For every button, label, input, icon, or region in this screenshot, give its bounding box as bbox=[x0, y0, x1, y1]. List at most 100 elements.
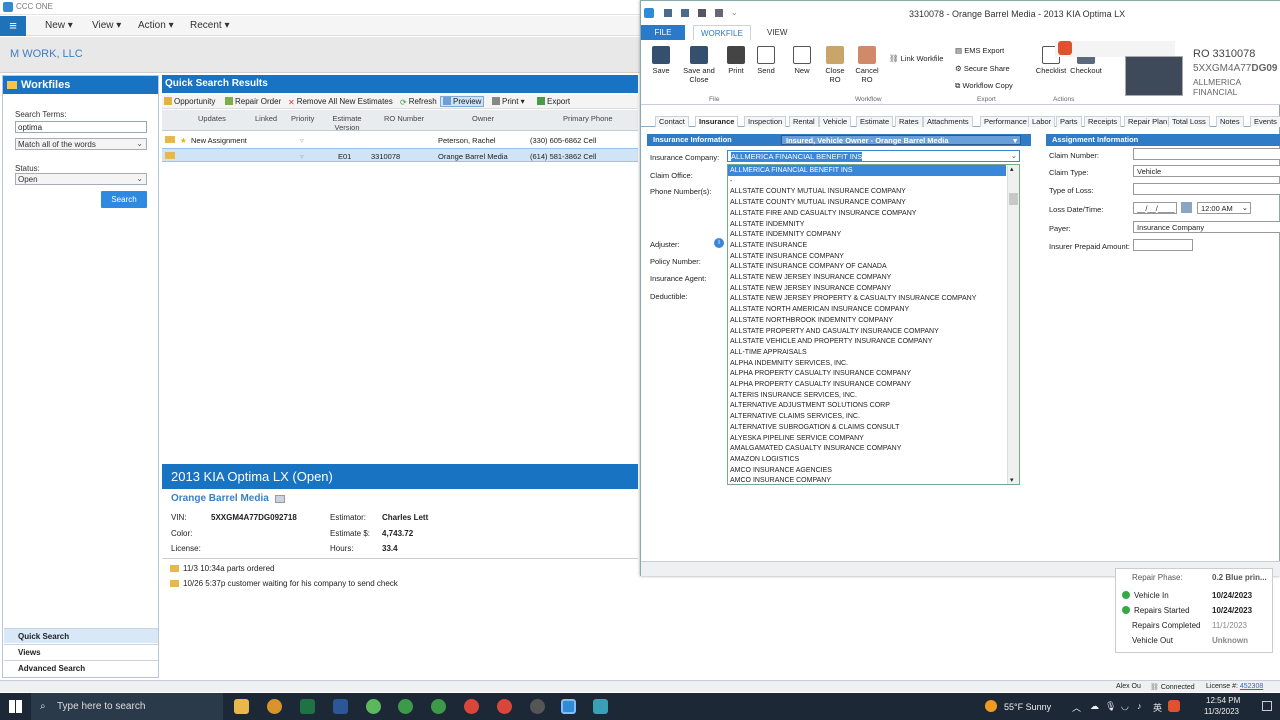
dropdown-option[interactable]: ALPHA PROPERTY CASUALTY INSURANCE COMPAN… bbox=[728, 379, 1006, 390]
menu-recent[interactable]: Recent ▾ bbox=[190, 20, 229, 31]
dropdown-option[interactable]: ALYESKA PIPELINE SERVICE COMPANY bbox=[728, 433, 1006, 444]
subtab-total-loss[interactable]: Total Loss bbox=[1168, 116, 1210, 127]
save-close-small-icon[interactable] bbox=[681, 9, 689, 17]
scroll-thumb[interactable] bbox=[1009, 193, 1018, 205]
opportunity-button[interactable]: Opportunity bbox=[164, 97, 215, 106]
subtab-parts[interactable]: Parts bbox=[1056, 116, 1082, 127]
menu-new[interactable]: New ▾ bbox=[45, 20, 73, 31]
dropdown-option[interactable]: ALLSTATE INDEMNITY COMPANY bbox=[728, 229, 1006, 240]
network-icon[interactable]: ☁ bbox=[1090, 701, 1099, 712]
print-button[interactable]: Print bbox=[725, 46, 747, 75]
weather-text[interactable]: 55°F Sunny bbox=[1004, 702, 1051, 712]
cancel-ro-button[interactable]: Cancel RO bbox=[853, 46, 881, 84]
search-terms-input[interactable]: optima bbox=[15, 121, 147, 133]
dropdown-option[interactable]: AMCO INSURANCE AGENCIES bbox=[728, 465, 1006, 476]
contact-card-icon[interactable] bbox=[275, 495, 285, 503]
preview-button[interactable]: Preview bbox=[440, 96, 485, 107]
subtab-receipts[interactable]: Receipts bbox=[1084, 116, 1122, 127]
col-estimate-version[interactable]: Estimate Version bbox=[330, 114, 364, 132]
ime-logo-icon[interactable] bbox=[1168, 700, 1180, 712]
col-updates[interactable]: Updates bbox=[198, 114, 226, 123]
subtab-events[interactable]: Events bbox=[1250, 116, 1280, 127]
clock-date[interactable]: 11/3/2023 bbox=[1204, 707, 1239, 716]
dropdown-option[interactable]: AMALGAMATED CASUALTY INSURANCE COMPANY bbox=[728, 443, 1006, 454]
chrome-icon[interactable] bbox=[497, 699, 512, 714]
clock-time[interactable]: 12:54 PM bbox=[1206, 696, 1240, 705]
microphone-icon[interactable]: 🎙 bbox=[1105, 701, 1116, 712]
insurance-company-dropdown-list[interactable]: AMCO INSURANCE COMPANY AMCO INSURANCE AGE… bbox=[727, 164, 1020, 485]
volume-icon[interactable]: ♪ bbox=[1137, 701, 1142, 711]
type-of-loss-input[interactable] bbox=[1133, 183, 1280, 195]
ime-icon[interactable]: 英 bbox=[1153, 701, 1162, 714]
dropdown-option[interactable]: ALLSTATE COUNTY MUTUAL INSURANCE COMPANY bbox=[728, 197, 1006, 208]
col-primary-phone[interactable]: Primary Phone bbox=[563, 114, 613, 123]
tab-file[interactable]: FILE bbox=[641, 25, 685, 40]
save-button[interactable]: Save bbox=[649, 46, 673, 75]
new-button[interactable]: New bbox=[791, 46, 813, 75]
license-link[interactable]: 452308 bbox=[1240, 683, 1263, 690]
subtab-contact[interactable]: Contact bbox=[655, 116, 689, 127]
col-ro-number[interactable]: RO Number bbox=[384, 114, 424, 123]
dropdown-option[interactable]: ALTERIS INSURANCE SERVICES, INC. bbox=[728, 390, 1006, 401]
app-icon[interactable] bbox=[593, 699, 608, 714]
insured-owner-dropdown[interactable]: Insured, Vehicle Owner - Orange Barrel M… bbox=[781, 135, 1021, 145]
dropdown-option[interactable]: AMAZON LOGISTICS bbox=[728, 454, 1006, 465]
subtab-attachments[interactable]: Attachments bbox=[923, 116, 973, 127]
note-item[interactable]: 11/3 10:34a parts ordered bbox=[170, 564, 274, 573]
dropdown-option[interactable]: ALTERNATIVE SUBROGATION & CLAIMS CONSULT bbox=[728, 422, 1006, 433]
link-workfile-button[interactable]: ⛓ Link Workfile bbox=[889, 54, 947, 63]
scroll-up-icon[interactable]: ▴ bbox=[1010, 165, 1014, 173]
status-select[interactable]: Open ⌄ bbox=[15, 173, 147, 185]
dropdown-option[interactable]: ALLSTATE VEHICLE AND PROPERTY INSURANCE … bbox=[728, 336, 1006, 347]
tab-workfile[interactable]: WORKFILE bbox=[693, 25, 751, 40]
dropdown-option[interactable]: ALTERNATIVE ADJUSTMENT SOLUTIONS CORP bbox=[728, 400, 1006, 411]
subtab-repair-plan[interactable]: Repair Plan bbox=[1124, 116, 1172, 127]
app-icon[interactable] bbox=[530, 699, 545, 714]
repair-order-button[interactable]: Repair Order bbox=[225, 97, 281, 106]
subtab-notes[interactable]: Notes bbox=[1216, 116, 1244, 127]
nav-quick-search[interactable]: Quick Search bbox=[4, 628, 158, 643]
subtab-rental[interactable]: Rental bbox=[789, 116, 819, 127]
ems-export-button[interactable]: ▤ EMS Export bbox=[955, 46, 1015, 55]
subtab-estimate[interactable]: Estimate bbox=[856, 116, 894, 127]
subtab-labor[interactable]: Labor bbox=[1028, 116, 1056, 127]
notification-icon[interactable] bbox=[1262, 701, 1272, 711]
print-button[interactable]: Print ▾ bbox=[492, 97, 525, 106]
nav-views[interactable]: Views bbox=[4, 644, 158, 659]
hamburger-menu-icon[interactable]: ≡ bbox=[0, 16, 26, 36]
preview-small-icon[interactable] bbox=[715, 9, 723, 17]
match-select[interactable]: Match all of the words ⌄ bbox=[15, 138, 147, 150]
dropdown-option[interactable]: ALLSTATE NEW JERSEY INSURANCE COMPANY bbox=[728, 283, 1006, 294]
subtab-vehicle[interactable]: Vehicle bbox=[819, 116, 852, 127]
info-icon[interactable]: i bbox=[714, 238, 724, 248]
print-small-icon[interactable] bbox=[698, 9, 706, 17]
weather-icon[interactable] bbox=[985, 700, 997, 712]
tab-view[interactable]: VIEW bbox=[760, 25, 794, 40]
menu-action[interactable]: Action ▾ bbox=[138, 20, 174, 31]
dropdown-option[interactable]: ALLSTATE NORTH AMERICAN INSURANCE COMPAN… bbox=[728, 304, 1006, 315]
col-priority[interactable]: Priority bbox=[291, 114, 314, 123]
scroll-down-icon[interactable]: ▾ bbox=[1010, 476, 1014, 484]
subtab-rates[interactable]: Rates bbox=[895, 116, 923, 127]
chrome-icon[interactable] bbox=[464, 699, 479, 714]
windows-start-icon[interactable] bbox=[9, 700, 22, 713]
loss-date-input[interactable]: __/__/____ bbox=[1133, 202, 1177, 214]
save-close-button[interactable]: Save and Close bbox=[681, 46, 717, 84]
save-small-icon[interactable] bbox=[664, 9, 672, 17]
subtab-insurance[interactable]: Insurance bbox=[695, 116, 739, 127]
dropdown-option[interactable]: ALLSTATE INSURANCE COMPANY bbox=[728, 251, 1006, 262]
dropdown-option[interactable]: ALLSTATE NEW JERSEY PROPERTY & CASUALTY … bbox=[728, 293, 1006, 304]
browser-icon[interactable] bbox=[267, 699, 282, 714]
note-item[interactable]: 10/26 5:37p customer waiting for his com… bbox=[170, 579, 398, 588]
app-icon[interactable] bbox=[366, 699, 381, 714]
export-button[interactable]: Export bbox=[537, 97, 570, 106]
file-explorer-icon[interactable] bbox=[234, 699, 249, 714]
table-row[interactable]: ★ New Assignment ▿ Peterson, Rachel (330… bbox=[162, 133, 638, 147]
wifi-icon[interactable]: ◡ bbox=[1121, 701, 1129, 712]
claim-type-select[interactable]: Vehicle bbox=[1133, 165, 1280, 177]
subtab-performance[interactable]: Performance bbox=[980, 116, 1031, 127]
secure-share-button[interactable]: ⚙ Secure Share bbox=[955, 64, 1025, 73]
dropdown-scrollbar[interactable]: ▴ ▾ bbox=[1007, 165, 1019, 484]
claim-number-input[interactable] bbox=[1133, 148, 1280, 160]
subtab-inspection[interactable]: Inspection bbox=[744, 116, 787, 127]
